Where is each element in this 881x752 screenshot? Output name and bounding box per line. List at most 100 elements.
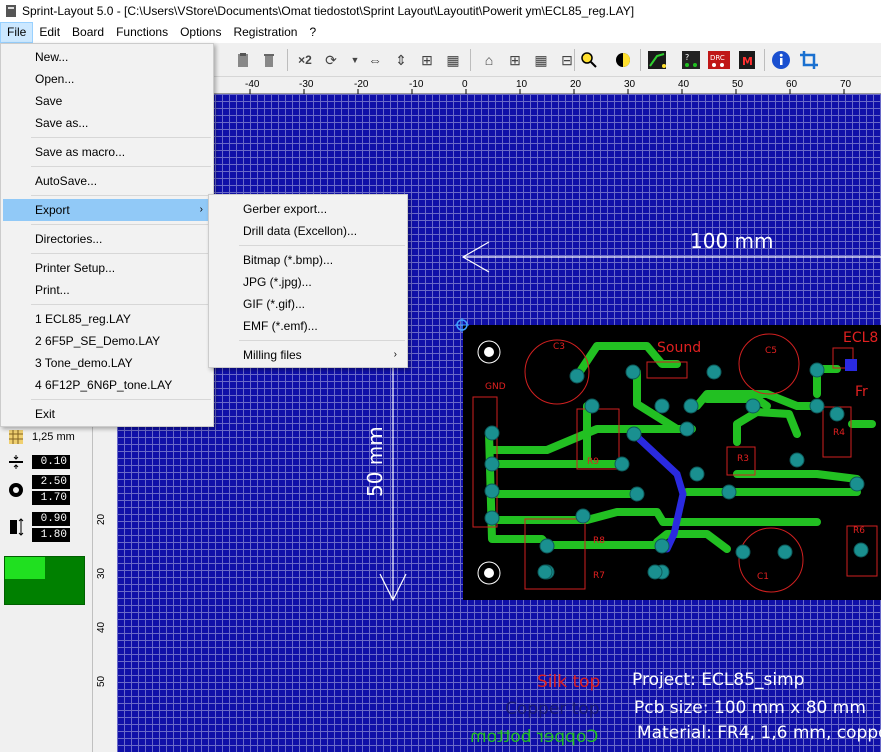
zoom-icon[interactable]	[578, 49, 600, 71]
silk-label: ECL8	[843, 330, 879, 346]
submenu-arrow-icon: ›	[393, 349, 397, 360]
layer-preview-highlight	[5, 557, 45, 579]
silk-label: R8	[593, 536, 605, 546]
mirror-vertical-icon[interactable]: ⇕	[390, 49, 412, 71]
grid-icon[interactable]: ⊞	[504, 49, 526, 71]
toolbar-separator	[574, 49, 575, 71]
menu-print[interactable]: Print...	[3, 279, 211, 301]
ruler-tick: 20	[96, 513, 107, 525]
menu-separator	[31, 137, 211, 138]
pad-size-setting: 2.50 1.70	[4, 475, 70, 505]
menu-open[interactable]: Open...	[3, 68, 211, 90]
silk-label: R9	[587, 457, 599, 467]
menu-file[interactable]: File	[0, 22, 34, 43]
window-title: Sprint-Layout 5.0 - [C:\Users\VStore\Doc…	[22, 4, 635, 18]
app-icon	[4, 4, 18, 18]
paste-icon[interactable]	[232, 49, 254, 71]
menu-save-as-macro[interactable]: Save as macro...	[3, 141, 211, 163]
menu-separator	[31, 304, 211, 305]
menu-registration[interactable]: Registration	[227, 22, 303, 43]
submenu-arrow-icon: ›	[199, 204, 203, 215]
crop-icon[interactable]	[798, 49, 820, 71]
menu-separator	[31, 399, 211, 400]
svg-text:DRC: DRC	[710, 54, 725, 62]
menu-milling-files-label: Milling files	[243, 348, 302, 362]
silk-label: C1	[757, 572, 770, 582]
menu-help[interactable]: ?	[303, 22, 322, 43]
dimension-horizontal: 100 mm	[690, 229, 774, 253]
autoroute-icon[interactable]	[646, 49, 668, 71]
menu-drill-data[interactable]: Drill data (Excellon)...	[211, 220, 405, 242]
menu-autosave[interactable]: AutoSave...	[3, 170, 211, 192]
menu-board[interactable]: Board	[66, 22, 110, 43]
menu-emf[interactable]: EMF (*.emf)...	[211, 315, 405, 337]
svg-text:?: ?	[685, 53, 689, 62]
silk-label: Sound	[657, 340, 702, 356]
pad-icon	[4, 481, 28, 499]
track-width-icon	[4, 453, 28, 471]
menu-edit[interactable]: Edit	[33, 22, 66, 43]
menu-bitmap[interactable]: Bitmap (*.bmp)...	[211, 249, 405, 271]
silk-label: Fr	[855, 384, 868, 400]
layer-preview[interactable]	[4, 556, 85, 605]
ruler-tick: 40	[96, 621, 107, 633]
align-icon[interactable]: ⊞	[416, 49, 438, 71]
smd-size-setting: 0.90 1.80	[4, 512, 70, 542]
menu-recent-4[interactable]: 4 6F12P_6N6P_tone.LAY	[3, 374, 211, 396]
grid-fine-icon[interactable]: ▦	[530, 49, 552, 71]
track-width-value[interactable]: 0.10	[32, 455, 70, 469]
silk-label: C5	[765, 346, 778, 356]
silk-label: R7	[593, 571, 605, 581]
dimension-vertical: 50 mm	[363, 426, 387, 497]
grid-setting[interactable]: 1,25 mm	[4, 428, 75, 446]
menu-directories[interactable]: Directories...	[3, 228, 211, 250]
rotate-icon[interactable]: ⟳	[320, 49, 342, 71]
menu-separator	[31, 166, 211, 167]
file-menu-dropdown: New... Open... Save Save as... Save as m…	[0, 43, 214, 427]
pad-inner-value[interactable]: 1.70	[32, 491, 70, 505]
info-icon[interactable]	[770, 49, 792, 71]
ruler-tick: 50	[96, 675, 107, 687]
test-icon[interactable]: ?	[680, 49, 702, 71]
smd-pad-icon	[4, 518, 28, 536]
menu-separator	[31, 195, 211, 196]
pcb-canvas[interactable]: 100 mm 50 mm Sound ECL8 Fr GND R8 R7 C1 …	[117, 94, 881, 752]
menu-exit[interactable]: Exit	[3, 403, 211, 425]
silk-label: R4	[833, 428, 845, 438]
menu-save[interactable]: Save	[3, 90, 211, 112]
menu-gerber-export[interactable]: Gerber export...	[211, 198, 405, 220]
mirror-horizontal-icon[interactable]: ⇔	[364, 49, 386, 71]
menu-gif[interactable]: GIF (*.gif)...	[211, 293, 405, 315]
menu-printer-setup[interactable]: Printer Setup...	[3, 257, 211, 279]
transparency-icon[interactable]	[612, 49, 634, 71]
menu-recent-2[interactable]: 2 6F5P_SE_Demo.LAY	[3, 330, 211, 352]
drc-icon[interactable]: DRC	[708, 49, 730, 71]
smd-height-value[interactable]: 1.80	[32, 528, 70, 542]
menu-milling-files[interactable]: Milling files ›	[211, 344, 405, 366]
menu-functions[interactable]: Functions	[110, 22, 174, 43]
legend-copper-top: Copper top	[505, 699, 600, 719]
rotate-dropdown-icon[interactable]: ▼	[344, 49, 366, 71]
menu-new[interactable]: New...	[3, 46, 211, 68]
project-info-material: Material: FR4, 1,6 mm, coppe	[637, 723, 881, 743]
menu-options[interactable]: Options	[174, 22, 227, 43]
macro-icon[interactable]: M	[736, 49, 758, 71]
toolbar-separator	[470, 49, 471, 71]
silk-label: C3	[553, 342, 566, 352]
group-icon[interactable]: ▦	[442, 49, 464, 71]
menu-export[interactable]: Export ›	[3, 199, 211, 221]
duplicate-icon[interactable]: ×2	[294, 49, 316, 71]
component-icon[interactable]: ⌂	[478, 49, 500, 71]
menu-save-as[interactable]: Save as...	[3, 112, 211, 134]
menu-recent-3[interactable]: 3 Tone_demo.LAY	[3, 352, 211, 374]
pad-outer-value[interactable]: 2.50	[32, 475, 70, 489]
menu-export-label: Export	[35, 203, 70, 217]
ruler-tick: 30	[96, 567, 107, 579]
menu-jpg[interactable]: JPG (*.jpg)...	[211, 271, 405, 293]
legend-copper-bottom: Copper bottom	[470, 727, 599, 747]
smd-width-value[interactable]: 0.90	[32, 512, 70, 526]
menu-recent-1[interactable]: 1 ECL85_reg.LAY	[3, 308, 211, 330]
grid-icon	[4, 428, 28, 446]
delete-icon[interactable]	[258, 49, 280, 71]
silk-label: GND	[485, 382, 506, 392]
